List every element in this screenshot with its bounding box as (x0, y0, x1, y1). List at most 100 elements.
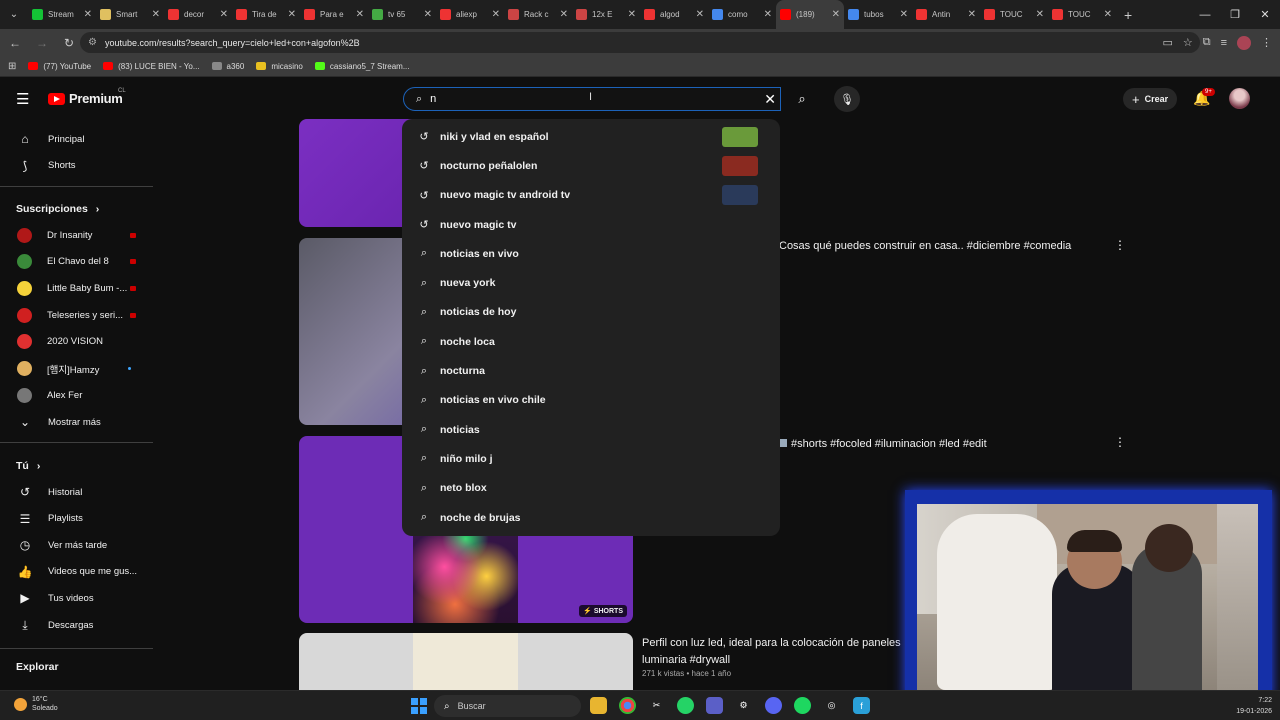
tab-close-icon[interactable]: ✕ (832, 9, 840, 20)
subscription-channel[interactable]: El Chavo del 8 (0, 249, 153, 275)
subscription-channel[interactable]: [햄지]Hamzy (0, 356, 153, 382)
settings-gear-icon[interactable]: ⚙ (735, 697, 752, 714)
more-actions-icon[interactable]: ⋮ (1114, 238, 1126, 252)
sidebar-item-watch-later[interactable]: ◷ Ver más tarde (0, 532, 153, 558)
search-suggestion[interactable]: ⌕ noticias en vivo (402, 239, 780, 268)
whatsapp-icon[interactable] (677, 697, 694, 714)
subscription-channel[interactable]: 2020 VISION (0, 329, 153, 355)
browser-menu-icon[interactable]: ⋮ (1261, 36, 1272, 49)
search-button[interactable]: ⌕ (783, 87, 821, 111)
more-actions-icon[interactable]: ⋮ (1114, 435, 1126, 449)
bookmark-item[interactable]: cassiano5_7 Stream... (314, 62, 410, 71)
tab-close-icon[interactable]: ✕ (152, 9, 160, 20)
browser-tab[interactable]: Smart ✕ (96, 0, 164, 29)
bookmark-item[interactable]: (83) LUCE BIEN - Yo... (103, 62, 200, 71)
search-suggestion[interactable]: ⌕ nueva york (402, 268, 780, 297)
forward-icon[interactable]: → (30, 36, 54, 50)
tab-close-icon[interactable]: ✕ (84, 9, 92, 20)
hamburger-menu-icon[interactable]: ☰ (16, 90, 29, 108)
extensions-icon[interactable]: ⧉ (1203, 36, 1211, 49)
you-section-header[interactable]: Tú › (16, 460, 40, 472)
discord-icon[interactable] (765, 697, 782, 714)
minimize-icon[interactable]: — (1190, 9, 1220, 21)
tab-close-icon[interactable]: ✕ (560, 9, 568, 20)
tab-close-icon[interactable]: ✕ (492, 9, 500, 20)
reload-icon[interactable]: ↻ (57, 36, 81, 50)
tab-close-icon[interactable]: ✕ (220, 9, 228, 20)
capcut-icon[interactable]: ✂ (648, 697, 665, 714)
spotify-icon[interactable] (794, 697, 811, 714)
cast-icon[interactable]: ▭ (1162, 36, 1172, 49)
search-suggestion[interactable]: ⌕ noticias (402, 415, 780, 444)
close-window-icon[interactable]: ✕ (1250, 8, 1280, 21)
browser-tab[interactable]: tubos ✕ (844, 0, 912, 29)
user-avatar[interactable] (1229, 88, 1250, 109)
tab-close-icon[interactable]: ✕ (356, 9, 364, 20)
video-thumbnail[interactable] (299, 633, 633, 690)
browser-tab[interactable]: TOUC ✕ (980, 0, 1048, 29)
browser-tab[interactable]: TOUC ✕ (1048, 0, 1116, 29)
subscription-channel[interactable]: Little Baby Bum -... (0, 275, 153, 301)
video-title[interactable]: Perfil con luz led, ideal para la coloca… (642, 635, 901, 669)
search-suggestion[interactable]: ↺ nuevo magic tv (402, 210, 780, 239)
youtube-premium-logo[interactable]: Premium CL (48, 88, 126, 106)
teams-icon[interactable] (706, 697, 723, 714)
search-suggestion[interactable]: ⌕ noticias en vivo chile (402, 386, 780, 415)
browser-tab[interactable]: Para e ✕ (300, 0, 368, 29)
browser-tab[interactable]: decor ✕ (164, 0, 232, 29)
browser-tab[interactable]: 12x E ✕ (572, 0, 640, 29)
video-title[interactable]: #shorts #focoled #iluminacion #led #edit (779, 438, 987, 450)
weather-widget[interactable]: 16°C Soleado (14, 695, 58, 713)
search-suggestion[interactable]: ↺ nocturno peñalolen (402, 151, 780, 180)
sidebar-item-history[interactable]: ↺ Historial (0, 479, 153, 505)
create-button[interactable]: + Crear (1123, 88, 1178, 110)
tab-search-icon[interactable]: ⌄ (0, 0, 28, 29)
new-tab-button[interactable]: + (1124, 7, 1132, 23)
sidebar-item-like[interactable]: 👍 Videos que me gus... (0, 559, 153, 585)
browser-tab[interactable]: Stream ✕ (28, 0, 96, 29)
search-suggestion[interactable]: ⌕ niño milo j (402, 444, 780, 473)
browser-tab[interactable]: Antin ✕ (912, 0, 980, 29)
subscription-channel[interactable]: Alex Fer (0, 382, 153, 408)
show-more-button[interactable]: ⌄ Mostrar más (0, 409, 153, 435)
tab-close-icon[interactable]: ✕ (696, 9, 704, 20)
start-button[interactable] (411, 698, 427, 714)
chrome-icon[interactable] (619, 697, 636, 714)
sidebar-item-playlists[interactable]: ☰ Playlists (0, 506, 153, 532)
search-suggestion[interactable]: ⌕ noticias de hoy (402, 298, 780, 327)
subscriptions-header[interactable]: Suscripciones › (16, 203, 99, 215)
tab-close-icon[interactable]: ✕ (900, 9, 908, 20)
browser-tab[interactable]: Rack c ✕ (504, 0, 572, 29)
browser-tab[interactable]: tv 65 ✕ (368, 0, 436, 29)
obs-icon[interactable]: ◎ (823, 697, 840, 714)
bookmark-item[interactable]: a360 (211, 62, 244, 71)
sidebar-item-shorts[interactable]: ⟆ Shorts (0, 153, 153, 179)
apps-grid-icon[interactable]: ⊞ (8, 61, 16, 72)
maximize-icon[interactable]: ❐ (1220, 8, 1250, 21)
bookmark-item[interactable]: micasino (256, 62, 303, 71)
system-clock[interactable]: 7:22 19-01-2026 (1236, 695, 1272, 717)
browser-tab[interactable]: como ✕ (708, 0, 776, 29)
tab-close-icon[interactable]: ✕ (968, 9, 976, 20)
voice-search-button[interactable]: 🎙 (834, 86, 860, 112)
video-title[interactable]: Cosas qué puedes construir en casa.. #di… (779, 240, 1071, 252)
taskbar-search[interactable]: ⌕ Buscar (434, 695, 581, 717)
search-input[interactable] (430, 93, 731, 105)
tab-close-icon[interactable]: ✕ (628, 9, 636, 20)
site-info-icon[interactable]: ⚙ (88, 37, 97, 48)
tab-close-icon[interactable]: ✕ (1104, 9, 1112, 20)
sidebar-item-principal[interactable]: ⌂ Principal (0, 126, 153, 152)
browser-tab[interactable]: Tira de ✕ (232, 0, 300, 29)
media-controls-icon[interactable]: ≡ (1221, 37, 1227, 49)
bookmark-item[interactable]: (77) YouTube (28, 62, 91, 71)
sidebar-item-download[interactable]: ⤓ Descargas (0, 612, 153, 638)
tab-close-icon[interactable]: ✕ (288, 9, 296, 20)
search-suggestion[interactable]: ⌕ neto blox (402, 474, 780, 503)
app-icon[interactable]: f (853, 697, 870, 714)
tab-close-icon[interactable]: ✕ (764, 9, 772, 20)
file-explorer-icon[interactable] (590, 697, 607, 714)
tab-close-icon[interactable]: ✕ (424, 9, 432, 20)
subscription-channel[interactable]: Dr Insanity (0, 222, 153, 248)
browser-tab[interactable]: aliexp ✕ (436, 0, 504, 29)
back-icon[interactable]: ← (3, 36, 27, 50)
